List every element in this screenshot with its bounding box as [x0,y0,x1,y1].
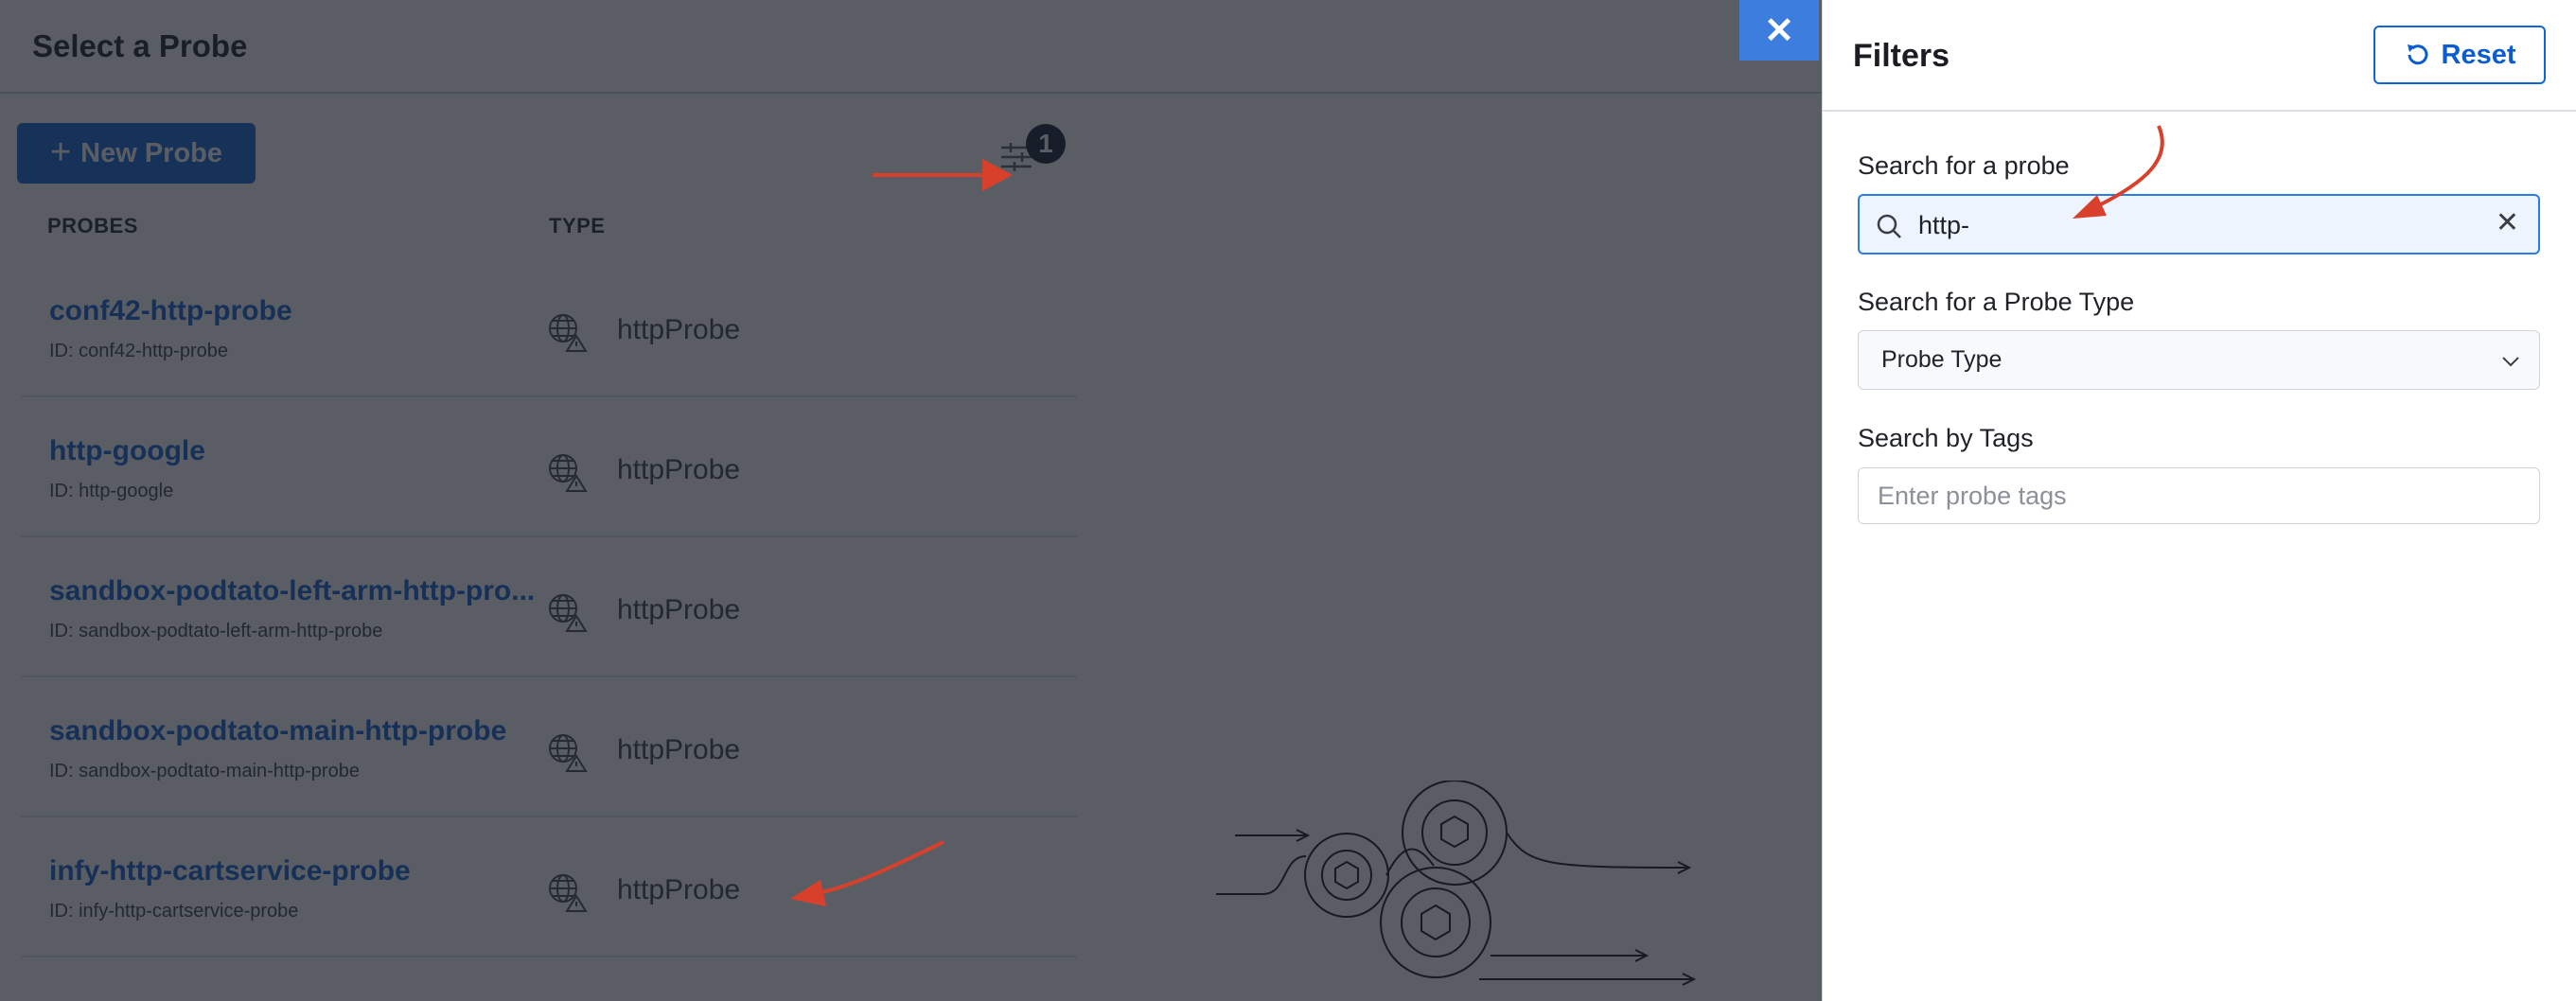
clear-icon[interactable]: ✕ [2496,209,2519,237]
filters-title: Filters [1853,38,1950,74]
search-value: http- [1918,211,1970,239]
probe-id: ID: conf42-http-probe [49,341,228,361]
probe-type: httpProbe [617,734,741,765]
tags-placeholder: Enter probe tags [1878,482,2067,510]
probe-id: ID: sandbox-podtato-main-http-probe [49,761,360,781]
close-icon: ✕ [1764,10,1794,51]
probe-name-link[interactable]: infy-http-cartservice-probe [49,855,411,887]
select-probe-modal: Select a Probe + New Probe 1 PROBES TYPE… [0,0,1822,1001]
modal-title: Select a Probe [32,28,248,63]
probe-type-value: Probe Type [1881,346,2003,373]
annotation-arrow [873,159,1013,191]
probe-name-link[interactable]: sandbox-podtato-left-arm-http-pro... [49,575,535,607]
chevron-down-icon [2502,357,2519,367]
probe-row[interactable]: sandbox-podtato-left-arm-http-pro... ID:… [21,537,1077,677]
annotation-arrow [2073,125,2164,219]
probe-type-label: Search for a Probe Type [1858,288,2135,316]
probe-id: ID: sandbox-podtato-left-arm-http-probe [49,621,383,641]
reset-label: Reset [2441,39,2516,70]
probe-id: ID: http-google [49,481,174,501]
annotation-arrow [790,840,944,906]
probe-type-select[interactable]: Probe Type [1858,330,2540,390]
new-probe-button[interactable]: + New Probe [17,123,256,184]
search-label: Search for a probe [1858,151,2070,180]
plus-icon: + [49,132,72,172]
probe-tags-input[interactable]: Enter probe tags [1858,467,2540,524]
close-button[interactable]: ✕ [1739,0,1819,61]
probe-row[interactable]: sandbox-podtato-main-http-probe ID: sand… [21,677,1077,817]
globe-warning-icon [549,454,588,492]
new-probe-label: New Probe [80,137,223,168]
probe-type: httpProbe [617,454,741,485]
filter-count-badge: 1 [1026,124,1066,164]
modal-header: Select a Probe [0,0,1822,94]
drawer-header: Filters Reset [1823,0,2576,112]
probe-id: ID: infy-http-cartservice-probe [49,901,299,922]
globe-warning-icon [549,734,588,772]
probe-row[interactable]: conf42-http-probe ID: conf42-http-probe … [21,257,1077,397]
probe-type: httpProbe [617,874,741,905]
probe-name-link[interactable]: conf42-http-probe [49,295,292,327]
tags-label: Search by Tags [1858,424,2034,452]
column-header-probes: PROBES [47,214,138,237]
gears-illustration [1216,781,1697,986]
globe-warning-icon [549,314,588,352]
reset-button[interactable]: Reset [2373,26,2546,84]
probe-name-link[interactable]: sandbox-podtato-main-http-probe [49,715,506,747]
probe-type: httpProbe [617,594,741,625]
probe-search-input[interactable]: http- ✕ [1858,194,2540,255]
probe-row[interactable]: http-google ID: http-google httpProbe [21,397,1077,537]
refresh-icon [2407,44,2427,65]
filters-drawer: Filters Reset Search for a probe http- ✕… [1822,0,2576,1001]
globe-warning-icon [549,594,588,632]
column-header-type: TYPE [549,214,606,237]
probe-type: httpProbe [617,314,741,345]
probe-name-link[interactable]: http-google [49,435,205,467]
search-icon [1877,214,1901,238]
globe-warning-icon [549,874,588,912]
